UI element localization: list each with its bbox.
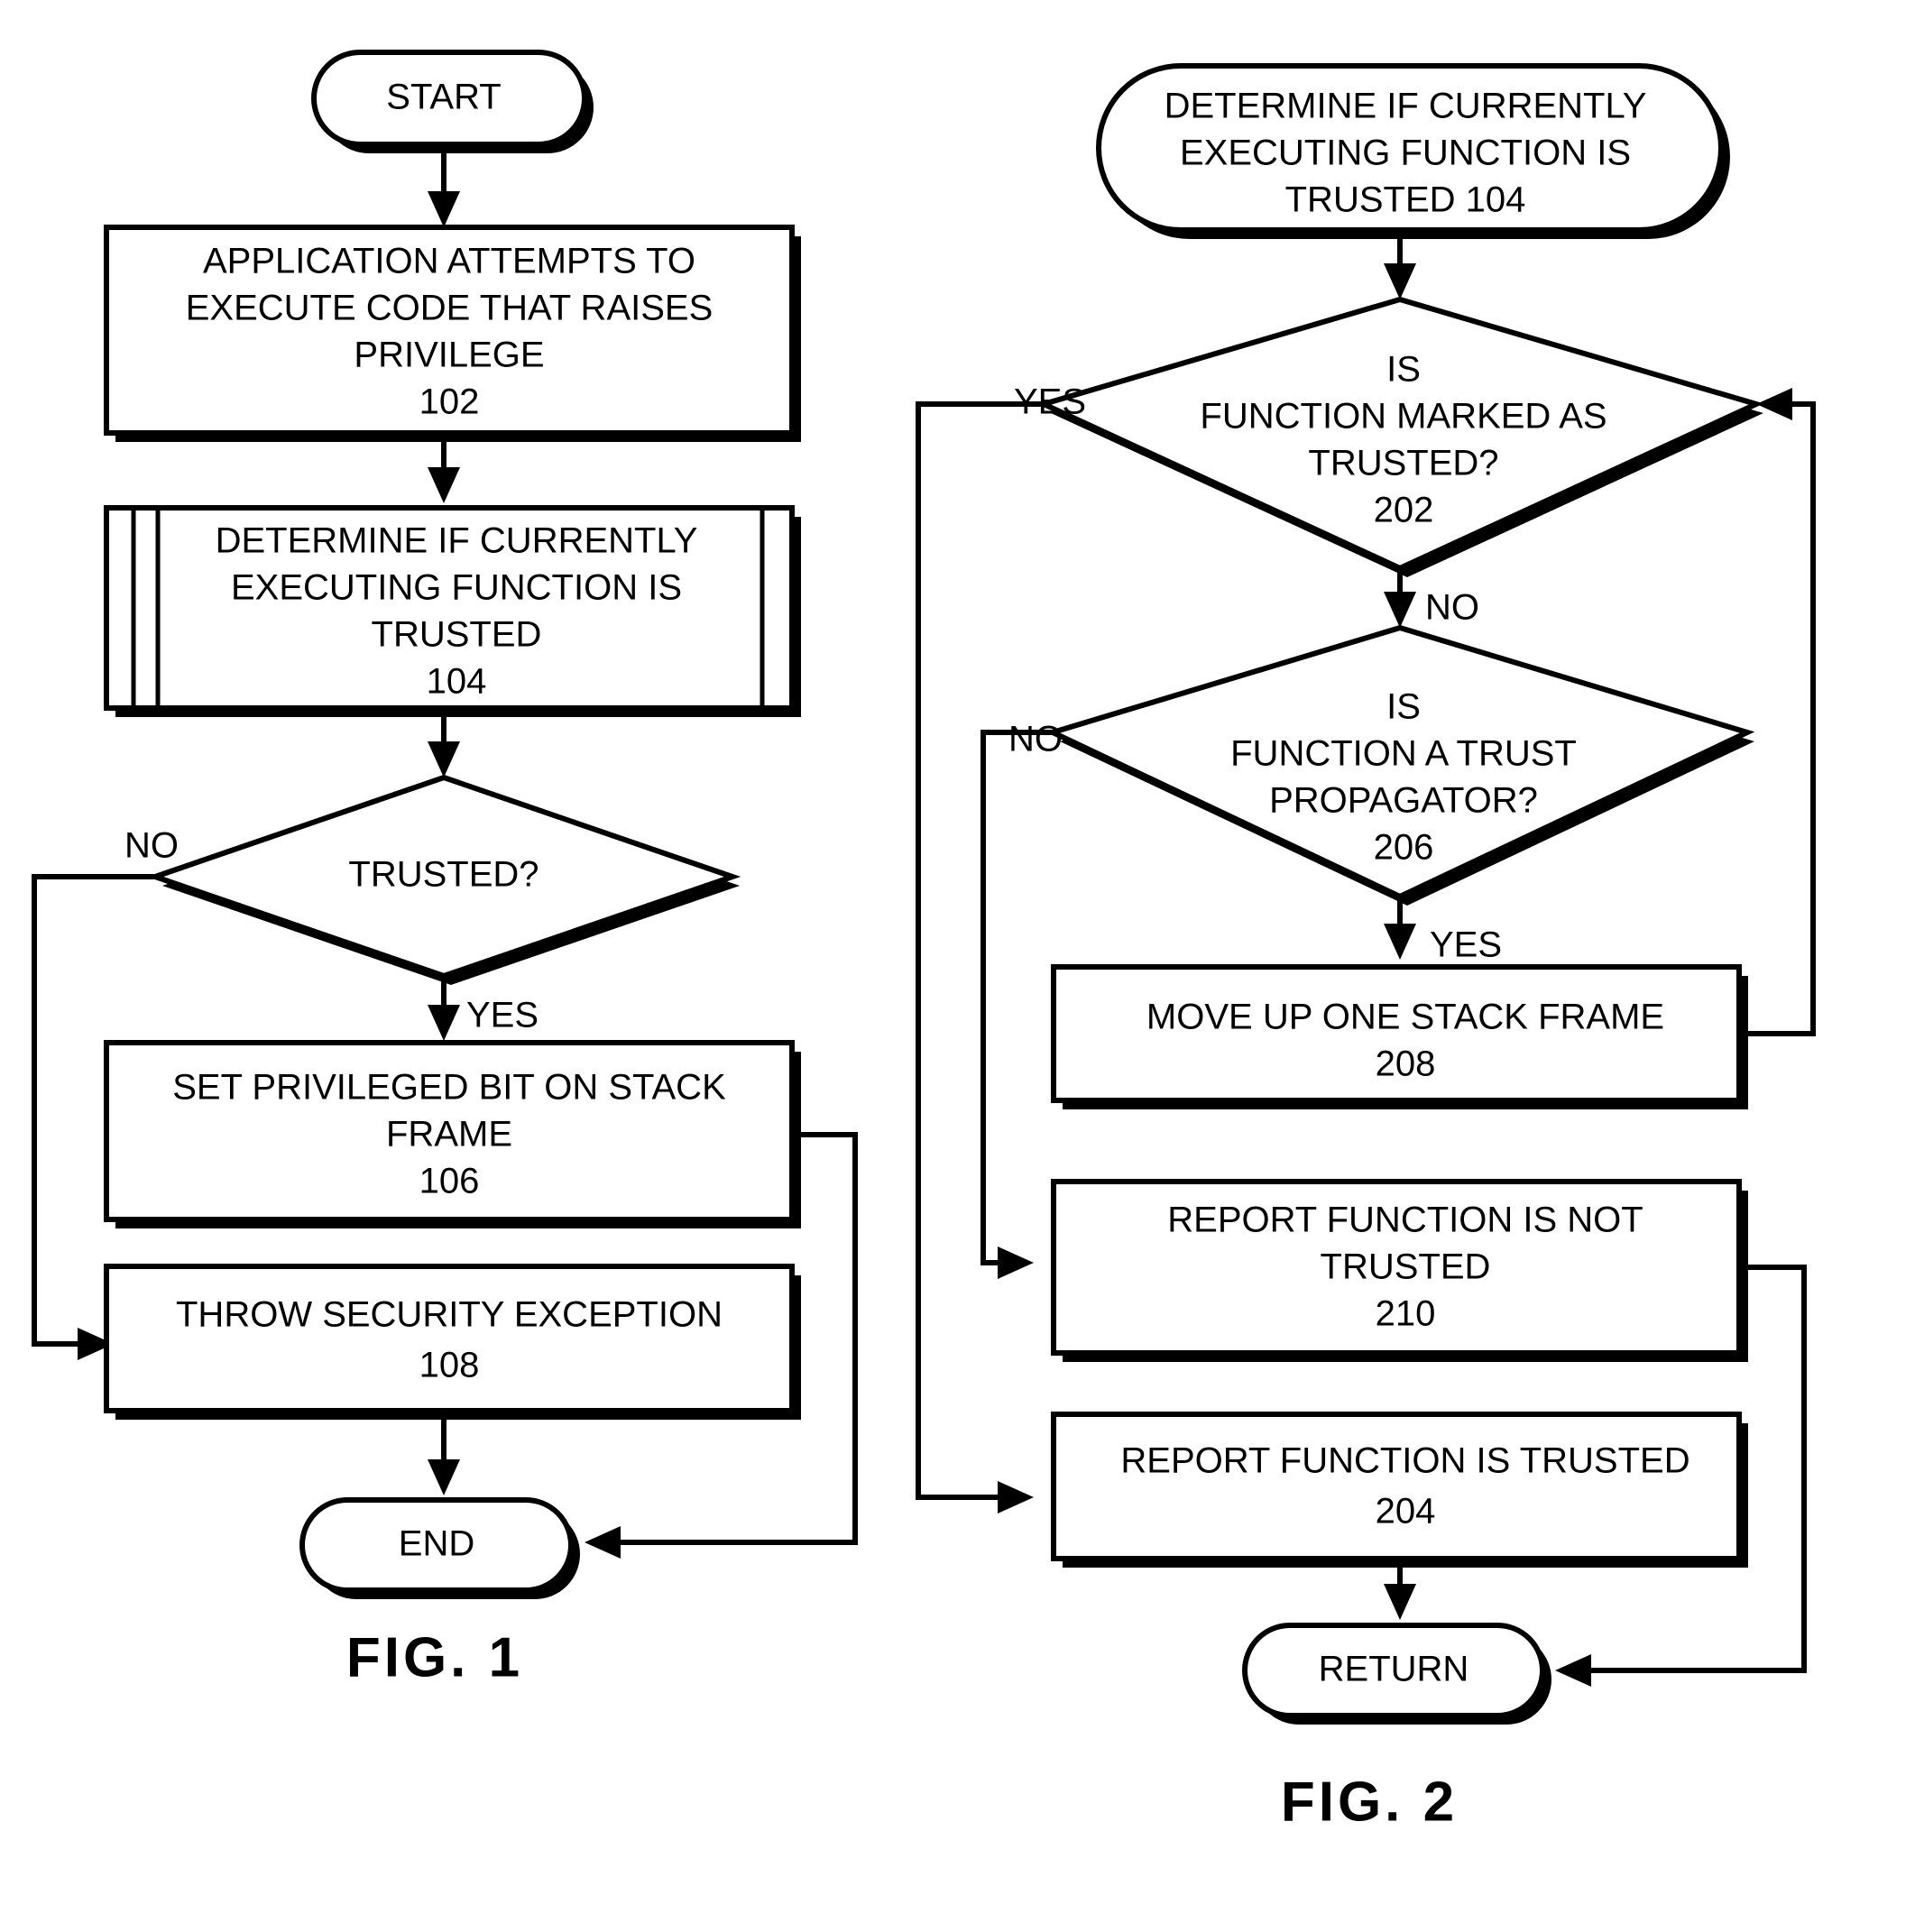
- fig1-end-label: END: [399, 1524, 474, 1564]
- fig1-caption: FIG. 1: [346, 1626, 523, 1688]
- fig1-arrow-102-to-104: [428, 442, 460, 503]
- fig1-box-102-line1: APPLICATION ATTEMPTS TO: [203, 242, 695, 281]
- fig1-box-104-line3: TRUSTED: [372, 615, 542, 655]
- fig1-box-104-line1: DETERMINE IF CURRENTLY: [216, 521, 698, 561]
- fig1-arrow-104-to-trusted: [428, 717, 460, 777]
- fig2-box-210-ref: 210: [1376, 1294, 1436, 1334]
- fig2-box-208-ref: 208: [1376, 1044, 1436, 1084]
- fig1-arrow-108-to-end: [428, 1420, 460, 1495]
- fig2-decision-202-line1: IS: [1386, 350, 1421, 390]
- fig2-box-208-line1: MOVE UP ONE STACK FRAME: [1146, 998, 1664, 1037]
- patent-figure-page: START APPLICATION ATTEMPTS TO EXECUTE CO…: [0, 0, 1915, 1932]
- fig2-decision-202: [1036, 296, 1764, 577]
- fig2-arrow-entry-to-202: [1384, 230, 1416, 299]
- fig1-start-label: START: [386, 78, 501, 117]
- fig1-box-102-line3: PRIVILEGE: [354, 336, 544, 375]
- fig2-edge-206-yes: [1384, 897, 1416, 960]
- fig2-edge-202-no: [1384, 568, 1416, 628]
- fig2-return-label: RETURN: [1319, 1650, 1469, 1689]
- fig2-entry-line2: EXECUTING FUNCTION IS: [1180, 133, 1631, 173]
- fig2-arrow-204-to-return: [1384, 1568, 1416, 1620]
- fig1-edge-label-no: NO: [124, 826, 179, 866]
- fig1-box-104-ref: 104: [427, 662, 487, 702]
- fig1-arrow-start-to-102: [428, 146, 460, 227]
- fig2-decision-206-line3: PROPAGATOR?: [1269, 781, 1538, 821]
- fig2-decision-206-ref: 206: [1374, 828, 1434, 868]
- fig1-edge-label-yes: YES: [466, 996, 539, 1035]
- fig2-decision-206-line1: IS: [1386, 687, 1421, 727]
- fig2-edge-label-202-yes: YES: [1014, 382, 1086, 422]
- fig1-box-108-ref: 108: [419, 1346, 480, 1385]
- fig2-edge-label-206-yes: YES: [1430, 925, 1502, 965]
- fig2-box-208: [1051, 964, 1748, 1109]
- fig2-entry-line1: DETERMINE IF CURRENTLY: [1165, 87, 1647, 126]
- fig2-entry-line3: TRUSTED 104: [1285, 180, 1526, 220]
- fig2-edge-206-no: [981, 730, 1053, 1279]
- fig2-box-210-line2: TRUSTED: [1321, 1247, 1491, 1287]
- fig1-box-108: [104, 1264, 801, 1420]
- fig1-box-104-line2: EXECUTING FUNCTION IS: [231, 568, 682, 608]
- fig2-decision-202-line3: TRUSTED?: [1308, 444, 1498, 483]
- fig2-decision-206-line2: FUNCTION A TRUST: [1230, 734, 1577, 774]
- fig2-box-204-line1: REPORT FUNCTION IS TRUSTED: [1120, 1441, 1689, 1481]
- fig1-decision-trusted-label: TRUSTED?: [348, 855, 539, 895]
- fig2-edge-208-loop-to-202: [1748, 388, 1816, 1036]
- fig2-box-210-line1: REPORT FUNCTION IS NOT: [1167, 1201, 1643, 1240]
- fig1-box-102-line2: EXECUTE CODE THAT RAISES: [186, 289, 714, 328]
- fig1-edge-trusted-yes: [428, 976, 460, 1041]
- flowchart-canvas: START APPLICATION ATTEMPTS TO EXECUTE CO…: [32, 50, 1816, 1833]
- fig2-edge-label-206-no: NO: [1008, 720, 1063, 759]
- fig2-caption: FIG. 2: [1281, 1771, 1458, 1833]
- fig1-box-102-ref: 102: [419, 382, 480, 422]
- fig1-box-106-line1: SET PRIVILEGED BIT ON STACK: [172, 1068, 726, 1108]
- fig2-decision-202-ref: 202: [1374, 491, 1434, 530]
- fig2-edge-label-202-no: NO: [1425, 588, 1479, 628]
- fig1-box-106-ref: 106: [419, 1162, 480, 1201]
- fig1-box-108-line1: THROW SECURITY EXCEPTION: [176, 1295, 723, 1335]
- fig1-box-106-line2: FRAME: [386, 1115, 512, 1155]
- fig2-decision-202-line2: FUNCTION MARKED AS: [1200, 397, 1607, 437]
- fig2-box-204-ref: 204: [1376, 1492, 1436, 1532]
